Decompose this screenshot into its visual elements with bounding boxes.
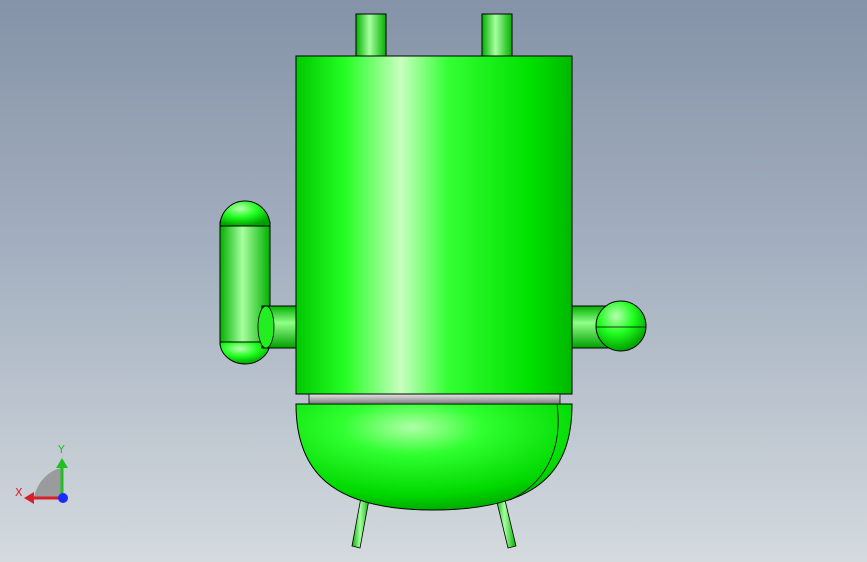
x-axis-label: X	[15, 486, 23, 499]
head-flange-band[interactable]	[308, 393, 561, 405]
right-side-nozzle[interactable]	[571, 300, 647, 352]
y-axis-label: Y	[58, 443, 65, 456]
left-side-nozzle[interactable]	[257, 305, 297, 349]
graphics-viewport[interactable]: X Y	[0, 0, 867, 562]
main-cylindrical-shell[interactable]	[295, 55, 573, 395]
vessel-model[interactable]	[0, 0, 867, 562]
bottom-dished-head[interactable]	[295, 403, 573, 511]
top-nozzle-left[interactable]	[355, 13, 387, 57]
top-nozzle-right[interactable]	[481, 13, 513, 57]
